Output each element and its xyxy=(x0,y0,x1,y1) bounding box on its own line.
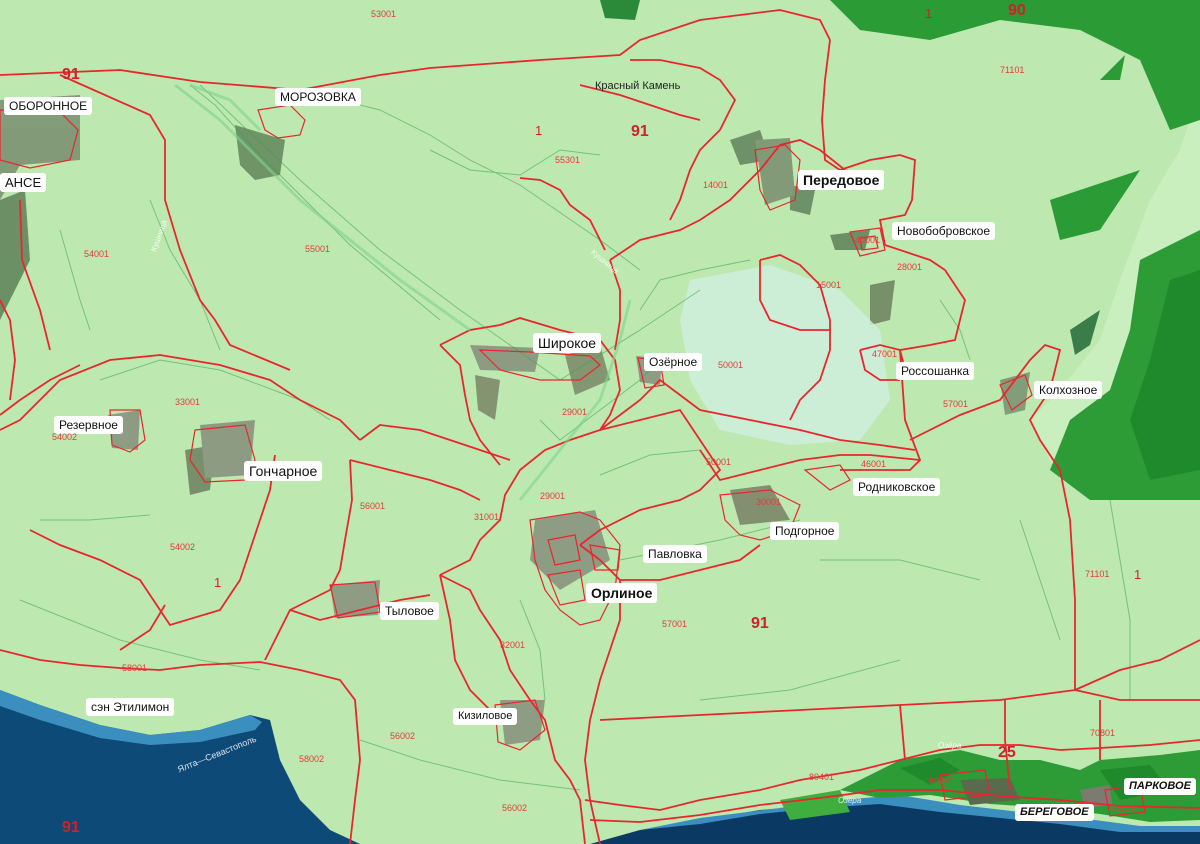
parcel-code: 70401 xyxy=(1110,804,1136,814)
parcel-code: 55001 xyxy=(305,244,331,254)
parcel-code: 47001 xyxy=(872,349,898,359)
parcel-code: 50001 xyxy=(706,457,732,467)
parcel-code: 53001 xyxy=(371,9,397,19)
parcel-code: 30001 xyxy=(756,497,782,507)
parcel-code: 58002 xyxy=(299,754,325,764)
settlement-label-rossoshanka[interactable]: Россошанка xyxy=(896,362,975,380)
settlement-label-beregovoe[interactable]: БЕРЕГОВОЕ xyxy=(1015,804,1094,821)
settlement-label-pavlovka[interactable]: Павловка xyxy=(643,545,707,563)
zone-number: 1 xyxy=(1134,567,1142,582)
parcel-code: 15001 xyxy=(816,280,842,290)
parcel-background xyxy=(0,0,1200,844)
zone-number: 91 xyxy=(631,123,649,140)
parcel-code: 54002 xyxy=(170,542,196,552)
parcel-code: 56002 xyxy=(390,731,416,741)
parcel-code: 54001 xyxy=(84,249,110,259)
zone-number: 90 xyxy=(1008,2,1026,19)
parcel-code: 28001 xyxy=(897,262,923,272)
parcel-code: 58001 xyxy=(122,663,148,673)
parcel-code: 55301 xyxy=(555,155,581,165)
settlement-label-partial-left[interactable]: АНСЕ xyxy=(0,173,47,192)
parcel-code: 80201 xyxy=(929,776,955,786)
parcel-code: 40001 xyxy=(855,235,881,245)
parcel-code: 14001 xyxy=(703,180,729,190)
settlement-label-orlinoe[interactable]: Орлиное xyxy=(586,583,658,603)
zone-number: 25 xyxy=(998,744,1016,761)
settlement-label-kolkhoznoe[interactable]: Колхозное xyxy=(1034,381,1103,399)
parcel-code: 32001 xyxy=(500,640,526,650)
zone-number: 91 xyxy=(62,66,80,83)
parcel-code: 57001 xyxy=(943,399,969,409)
parcel-code: 56001 xyxy=(360,501,386,511)
map-base-layer xyxy=(0,0,1200,844)
parcel-code: 57001 xyxy=(662,619,688,629)
settlement-label-peredovoe[interactable]: Передовое xyxy=(798,170,885,190)
parcel-code: 50001 xyxy=(718,360,744,370)
zone-number: 1 xyxy=(925,6,933,21)
settlement-label-morozovka[interactable]: МОРОЗОВКА xyxy=(275,88,361,106)
zone-number: 1 xyxy=(214,575,222,590)
parcel-code: 71101 xyxy=(1085,569,1110,579)
settlement-label-kizilovoe[interactable]: Кизиловое xyxy=(453,708,518,725)
zone-number: 1 xyxy=(535,123,543,138)
settlement-label-sen-etilimon[interactable]: сэн Этилимон xyxy=(86,698,175,716)
settlement-label-novobobrovskoe[interactable]: Новобобровское xyxy=(892,222,995,240)
settlement-label-tylovoe[interactable]: Тыловое xyxy=(380,602,439,620)
parcel-code: 33001 xyxy=(175,397,201,407)
settlement-label-krasny-kamen[interactable]: Красный Камень xyxy=(590,78,685,95)
parcel-code: 54002 xyxy=(52,432,78,442)
settlement-label-shirokoe[interactable]: Широкое xyxy=(533,333,602,353)
road-label: Озёра xyxy=(938,741,962,750)
settlement-label-rodnikovskoe[interactable]: Родниковское xyxy=(853,478,941,496)
road-label: Озёра xyxy=(838,796,862,805)
parcel-code: 29001 xyxy=(540,491,566,501)
settlement-label-goncharnoe[interactable]: Гончарное xyxy=(244,461,323,481)
parcel-code: 70801 xyxy=(1090,728,1116,738)
settlement-label-podgornoe[interactable]: Подгорное xyxy=(770,522,840,540)
settlement-label-ozernoe[interactable]: Озёрное xyxy=(644,353,703,371)
settlement-label-parkovoe[interactable]: ПАРКОВОЕ xyxy=(1124,778,1196,795)
parcel-code: 29001 xyxy=(562,407,588,417)
zone-number: 91 xyxy=(751,615,769,632)
parcel-code: 56002 xyxy=(502,803,528,813)
parcel-code: 71101 xyxy=(1000,65,1025,75)
cadastral-map[interactable]: ОБОРОННОЕ АНСЕ МОРОЗОВКА Красный Камень … xyxy=(0,0,1200,844)
settlement-label-oboronnoe[interactable]: ОБОРОННОЕ xyxy=(4,97,93,115)
parcel-code: 80401 xyxy=(809,772,835,782)
parcel-code: 31001 xyxy=(474,512,500,522)
zone-number: 91 xyxy=(62,819,80,836)
parcel-code: 46001 xyxy=(861,459,887,469)
